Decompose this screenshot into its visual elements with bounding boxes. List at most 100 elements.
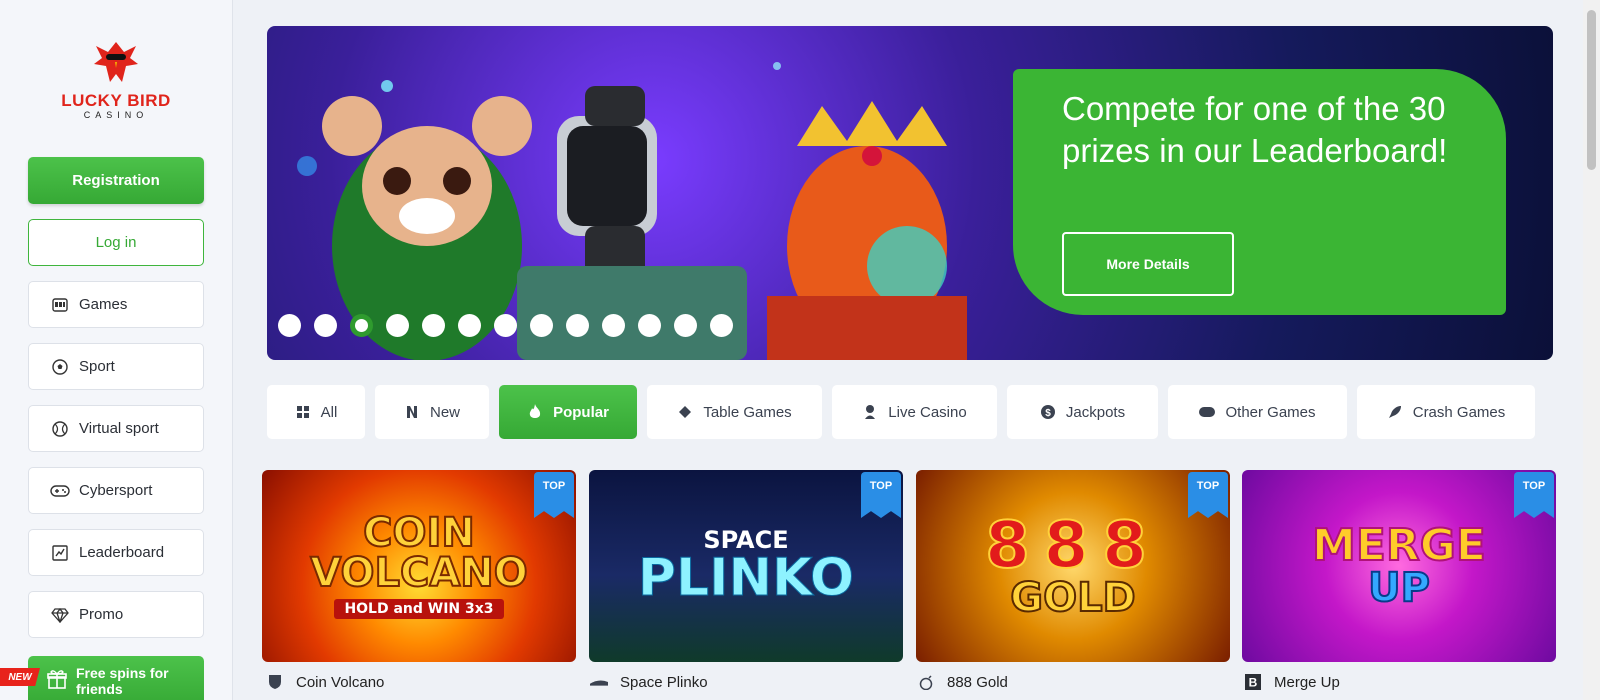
b-provider-icon: B [1244, 673, 1262, 691]
new-badge: NEW [0, 668, 40, 686]
slide-dot[interactable] [674, 314, 697, 337]
tab-label: Table Games [703, 403, 792, 421]
casino-logo[interactable]: LUCKY BIRD CASINO [56, 38, 176, 128]
grid-icon [295, 404, 311, 420]
slide-dot[interactable] [710, 314, 733, 337]
tab-label: Crash Games [1412, 403, 1506, 421]
tab-live-casino[interactable]: Live Casino [832, 385, 997, 439]
slide-dot[interactable] [314, 314, 337, 337]
sidebar-item-label: Cybersport [79, 482, 153, 499]
slide-dot[interactable] [494, 314, 517, 337]
svg-text:B: B [1249, 676, 1258, 690]
tab-label: All [320, 403, 338, 421]
tab-label: Other Games [1225, 403, 1316, 421]
soccer-ball-icon [49, 356, 71, 378]
sidebar-item-cybersport[interactable]: Cybersport [28, 467, 204, 514]
game-name: Space Plinko [620, 673, 708, 691]
slide-dot[interactable] [566, 314, 589, 337]
tab-new[interactable]: New [375, 385, 489, 439]
game-art-title: MERGE [1311, 520, 1487, 571]
game-art-title: UP [1367, 565, 1431, 611]
rocket-icon [1387, 404, 1403, 420]
game-name-row[interactable]: 888 Gold [917, 673, 1008, 691]
sidebar-item-sport[interactable]: Sport [28, 343, 204, 390]
game-art-title: VOLCANO [309, 550, 529, 596]
tab-all[interactable]: All [267, 385, 365, 439]
game-art-subtitle: HOLD and WIN 3x3 [334, 599, 504, 619]
slide-dot[interactable] [458, 314, 481, 337]
sidebar-item-leaderboard[interactable]: Leaderboard [28, 529, 204, 576]
brand-name: LUCKY BIRD [61, 91, 171, 110]
tab-crash-games[interactable]: Crash Games [1357, 385, 1535, 439]
free-spins-button[interactable]: Free spins for friends [28, 656, 204, 700]
promo-title: Compete for one of the 30 prizes in our … [1062, 90, 1448, 169]
slide-dot[interactable] [278, 314, 301, 337]
slot-machine-icon [49, 294, 71, 316]
slide-dot[interactable] [638, 314, 661, 337]
registration-button[interactable]: Registration [28, 157, 204, 204]
game-name-row[interactable]: B Merge Up [1244, 673, 1340, 691]
top-badge: TOP [1188, 472, 1228, 518]
dollar-coin-icon: $ [1040, 404, 1056, 420]
game-art-title: PLINKO [637, 548, 855, 608]
game-art-title: 888 [984, 509, 1161, 583]
diamond-icon [49, 604, 71, 626]
sidebar-item-label: Promo [79, 606, 124, 623]
tab-jackpots[interactable]: $ Jackpots [1007, 385, 1158, 439]
scrollbar-thumb[interactable] [1587, 10, 1596, 170]
game-artwork: COIN VOLCANO HOLD and WIN 3x3 [262, 470, 576, 662]
tab-label: Live Casino [888, 403, 967, 421]
brand-subtitle: CASINO [83, 110, 149, 120]
game-name-row[interactable]: Coin Volcano [266, 673, 384, 691]
bomb-provider-icon [917, 673, 935, 691]
sidebar: LUCKY BIRD CASINO Registration Log in Ga… [0, 0, 233, 700]
sidebar-item-promo[interactable]: Promo [28, 591, 204, 638]
slide-dot[interactable] [422, 314, 445, 337]
sidebar-item-games[interactable]: Games [28, 281, 204, 328]
game-name: Merge Up [1274, 673, 1340, 691]
wave-provider-icon [590, 673, 608, 691]
tab-table-games[interactable]: Table Games [647, 385, 822, 439]
game-artwork: MERGE UP [1242, 470, 1556, 662]
sidebar-item-virtual-sport[interactable]: Virtual sport [28, 405, 204, 452]
gamepad-icon [1199, 404, 1216, 420]
page-scrollbar[interactable] [1583, 0, 1600, 700]
svg-text:$: $ [1045, 408, 1051, 419]
more-details-button[interactable]: More Details [1062, 232, 1234, 296]
new-icon [404, 404, 420, 420]
tab-popular[interactable]: Popular [499, 385, 637, 439]
free-spins-label: Free spins for friends [76, 665, 169, 697]
login-button[interactable]: Log in [28, 219, 204, 266]
game-art-title: COIN [362, 510, 476, 556]
game-name: 888 Gold [947, 673, 1008, 691]
slide-dots [278, 314, 733, 337]
person-icon [862, 404, 878, 420]
game-tile-merge-up[interactable]: MERGE UP TOP [1242, 470, 1556, 662]
flame-icon [527, 404, 543, 420]
slide-dot[interactable] [386, 314, 409, 337]
shield-provider-icon [266, 673, 284, 691]
slide-dot-active[interactable] [350, 314, 373, 337]
game-artwork: SPACE PLINKO [589, 470, 903, 662]
tab-label: New [429, 403, 460, 421]
slide-dot[interactable] [530, 314, 553, 337]
bird-logo-icon [94, 42, 138, 82]
game-artwork: 888 GOLD [916, 470, 1230, 662]
sidebar-item-label: Leaderboard [79, 544, 165, 561]
sidebar-item-label: Virtual sport [79, 420, 159, 437]
basketball-icon [49, 418, 71, 440]
gamepad-icon [49, 480, 71, 502]
sidebar-item-label: Games [79, 296, 128, 313]
slide-dot[interactable] [602, 314, 625, 337]
game-tile-coin-volcano[interactable]: COIN VOLCANO HOLD and WIN 3x3 TOP [262, 470, 576, 662]
game-name-row[interactable]: Space Plinko [590, 673, 708, 691]
tab-label: Jackpots [1065, 403, 1126, 421]
diamond-icon [677, 404, 693, 420]
tab-other-games[interactable]: Other Games [1168, 385, 1347, 439]
top-badge: TOP [1514, 472, 1554, 518]
game-art-title: GOLD [1009, 575, 1137, 621]
leaderboard-icon [49, 542, 71, 564]
top-badge: TOP [861, 472, 901, 518]
game-tile-space-plinko[interactable]: SPACE PLINKO TOP [589, 470, 903, 662]
game-tile-888-gold[interactable]: 888 GOLD TOP [916, 470, 1230, 662]
